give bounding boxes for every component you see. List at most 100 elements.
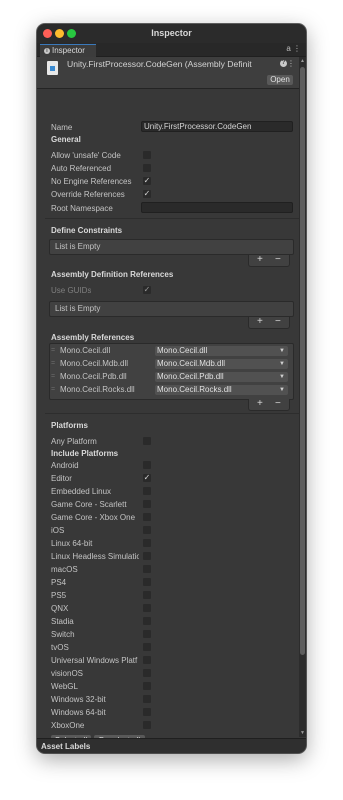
assembly-ref-dropdown[interactable]: Mono.Cecil.Mdb.dll ▼ (155, 359, 288, 369)
platform-label-editor: Editor (51, 474, 72, 483)
platform-label-switch: Switch (51, 630, 75, 639)
platform-label-stadia: Stadia (51, 617, 74, 626)
remove-icon[interactable]: − (275, 399, 281, 409)
any-platform-label: Any Platform (51, 437, 97, 446)
scroll-down-arrow-icon[interactable]: ▼ (300, 730, 305, 736)
assembly-definition-icon (47, 61, 58, 75)
platform-label-linux-64: Linux 64-bit (51, 539, 93, 548)
asset-title: Unity.FirstProcessor.CodeGen (Assembly D… (67, 59, 252, 69)
platform-checkbox-uwp[interactable] (143, 656, 151, 664)
dropdown-value: Mono.Cecil.Mdb.dll (157, 359, 226, 368)
platform-checkbox-switch[interactable] (143, 630, 151, 638)
tab-inspector[interactable]: i Inspector (40, 44, 96, 57)
scrollbar-thumb[interactable] (300, 67, 305, 655)
list-empty-text: List is Empty (55, 242, 101, 251)
kebab-menu-icon[interactable]: ⋮ (287, 59, 295, 68)
auto-referenced-checkbox[interactable] (143, 164, 151, 172)
drag-handle-icon[interactable]: = (51, 386, 55, 393)
platform-checkbox-linux-headless[interactable] (143, 552, 151, 560)
asset-labels-heading: Asset Labels (41, 742, 91, 751)
name-label: Name (51, 123, 73, 132)
platform-label-macos: macOS (51, 565, 78, 574)
add-icon[interactable]: + (257, 317, 263, 327)
platform-label-game-core-xbox-one: Game Core - Xbox One (51, 513, 136, 522)
assembly-ref-dropdown[interactable]: Mono.Cecil.Rocks.dll ▼ (155, 385, 288, 395)
chevron-down-icon: ▼ (279, 361, 285, 367)
platform-checkbox-windows-32[interactable] (143, 695, 151, 703)
any-platform-checkbox[interactable] (143, 437, 151, 445)
tab-lock-menu-icon[interactable]: a ⋮ (286, 44, 301, 53)
platform-checkbox-embedded-linux[interactable] (143, 487, 151, 495)
chevron-down-icon: ▼ (279, 374, 285, 380)
dropdown-value: Mono.Cecil.Pdb.dll (157, 372, 224, 381)
chevron-down-icon: ▼ (279, 387, 285, 393)
platform-label-ps4: PS4 (51, 578, 67, 587)
add-icon[interactable]: + (257, 399, 263, 409)
platform-checkbox-android[interactable] (143, 461, 151, 469)
scroll-up-arrow-icon[interactable]: ▲ (300, 58, 305, 64)
platform-checkbox-linux-64[interactable] (143, 539, 151, 547)
list-empty-text: List is Empty (55, 304, 101, 313)
platform-label-webgl: WebGL (51, 682, 78, 691)
platform-checkbox-ps5[interactable] (143, 591, 151, 599)
drag-handle-icon[interactable]: = (51, 347, 55, 354)
info-icon: i (44, 47, 50, 54)
define-constraints-add-remove: + − (248, 255, 290, 267)
use-guids-checkbox[interactable]: ✓ (143, 286, 151, 294)
section-divider (45, 218, 299, 219)
remove-icon[interactable]: − (275, 255, 281, 265)
no-engine-references-checkbox[interactable]: ✓ (143, 177, 151, 185)
platform-label-uwp: Universal Windows Platf (51, 656, 138, 665)
platform-label-embedded-linux: Embedded Linux (51, 487, 112, 496)
drag-handle-icon[interactable]: = (51, 360, 55, 367)
asset-labels-bar[interactable]: Asset Labels (37, 738, 306, 753)
platform-checkbox-visionos[interactable] (143, 669, 151, 677)
assembly-ref-name: Mono.Cecil.Pdb.dll (60, 372, 127, 381)
platform-checkbox-webgl[interactable] (143, 682, 151, 690)
remove-icon[interactable]: − (275, 317, 281, 327)
general-heading: General (51, 135, 81, 144)
window-title: Inspector (151, 28, 192, 38)
override-references-checkbox[interactable]: ✓ (143, 190, 151, 198)
auto-referenced-label: Auto Referenced (51, 164, 112, 173)
define-constraints-heading: Define Constraints (51, 226, 123, 235)
platforms-heading: Platforms (51, 421, 88, 430)
platform-checkbox-editor[interactable]: ✓ (143, 474, 151, 482)
platform-checkbox-game-core-scarlett[interactable] (143, 500, 151, 508)
root-namespace-label: Root Namespace (51, 204, 113, 213)
root-namespace-field[interactable] (141, 202, 293, 213)
use-guids-label: Use GUIDs (51, 286, 92, 295)
drag-handle-icon[interactable]: = (51, 373, 55, 380)
tab-inspector-label: Inspector (52, 46, 85, 55)
platform-checkbox-windows-64[interactable] (143, 708, 151, 716)
asm-def-refs-list: List is Empty (49, 301, 294, 317)
platform-label-ps5: PS5 (51, 591, 67, 600)
platform-checkbox-stadia[interactable] (143, 617, 151, 625)
platform-checkbox-qnx[interactable] (143, 604, 151, 612)
platform-label-android: Android (51, 461, 79, 470)
assembly-refs-add-remove: + − (248, 399, 290, 411)
add-icon[interactable]: + (257, 255, 263, 265)
platform-checkbox-xboxone[interactable] (143, 721, 151, 729)
assembly-ref-dropdown[interactable]: Mono.Cecil.Pdb.dll ▼ (155, 372, 288, 382)
platform-label-ios: iOS (51, 526, 65, 535)
platform-label-xboxone: XboxOne (51, 721, 85, 730)
platform-checkbox-tvos[interactable] (143, 643, 151, 651)
assembly-ref-dropdown[interactable]: Mono.Cecil.dll ▼ (155, 346, 288, 356)
title-bar[interactable]: Inspector (37, 24, 306, 43)
name-field[interactable]: Unity.FirstProcessor.CodeGen (141, 121, 293, 132)
assembly-ref-row: = Mono.Cecil.Rocks.dll Mono.Cecil.Rocks.… (50, 384, 291, 396)
platform-checkbox-game-core-xbox-one[interactable] (143, 513, 151, 521)
platform-checkbox-ios[interactable] (143, 526, 151, 534)
platform-checkbox-macos[interactable] (143, 565, 151, 573)
open-button[interactable]: Open (267, 75, 293, 85)
asm-def-refs-heading: Assembly Definition References (51, 270, 174, 279)
platform-label-tvos: tvOS (51, 643, 69, 652)
allow-unsafe-checkbox[interactable] (143, 151, 151, 159)
asset-header: Unity.FirstProcessor.CodeGen (Assembly D… (37, 57, 299, 89)
vertical-scrollbar[interactable]: ▲ ▼ (299, 57, 306, 737)
assembly-ref-name: Mono.Cecil.Rocks.dll (60, 385, 135, 394)
help-icon[interactable]: ? (280, 60, 287, 67)
platform-checkbox-ps4[interactable] (143, 578, 151, 586)
tab-strip: i Inspector a ⋮ (37, 43, 306, 57)
